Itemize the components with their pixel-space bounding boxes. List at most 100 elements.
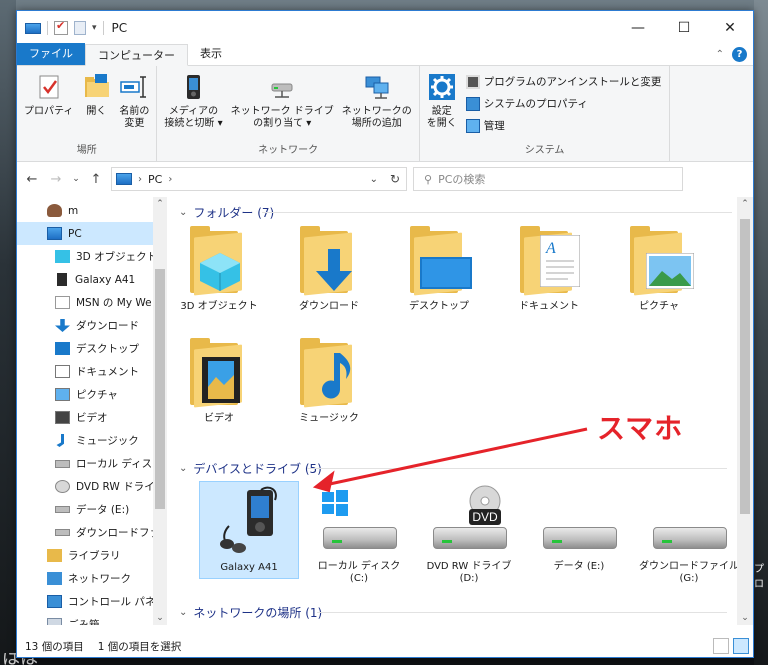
large-icons-view-icon[interactable] xyxy=(733,638,749,654)
open-button[interactable]: 開く xyxy=(78,70,114,142)
search-input[interactable]: ⚲ PCの検索 xyxy=(413,167,683,191)
back-arrow-icon[interactable]: ← xyxy=(23,172,41,187)
properties-quick-access-icon[interactable] xyxy=(54,19,68,35)
close-button[interactable]: ✕ xyxy=(707,11,753,44)
nav-item[interactable]: ライブラリ xyxy=(17,544,167,567)
svg-text:DVD: DVD xyxy=(472,510,498,524)
map-network-drive-button[interactable]: ネットワーク ドライブ の割り当て ▾ xyxy=(228,70,337,142)
selection-count: 1 個の項目を選択 xyxy=(97,640,182,653)
main-scrollbar[interactable]: ⌃ ⌄ xyxy=(737,197,753,625)
nav-item[interactable]: デスクトップ xyxy=(17,337,167,360)
details-view-icon[interactable] xyxy=(713,638,729,654)
device-galaxy-a41[interactable]: Galaxy A41 xyxy=(199,481,299,579)
nav-item[interactable]: ネットワーク xyxy=(17,567,167,590)
ribbon: プロパティ 開く 名前の 変更 場所 メディアの 接続と切断 ▾ ネットワーク … xyxy=(17,66,753,162)
folder-tile[interactable]: ピクチャ xyxy=(609,221,709,313)
minimize-button[interactable]: — xyxy=(615,11,661,44)
drive-icon xyxy=(649,485,729,555)
scroll-down-icon[interactable]: ⌄ xyxy=(153,613,167,623)
help-icon[interactable]: ? xyxy=(732,47,747,62)
pc-icon xyxy=(116,173,132,185)
svg-text:A: A xyxy=(545,240,556,257)
collapse-ribbon-icon[interactable]: ⌃ xyxy=(716,49,724,60)
media-connect-button[interactable]: メディアの 接続と切断 ▾ xyxy=(161,70,225,142)
folder-tile[interactable]: デスクトップ xyxy=(389,221,489,313)
pc-icon xyxy=(25,22,41,34)
ribbon-tabs: ファイル コンピューター 表示 ⌃ ? xyxy=(17,43,753,66)
nav-item[interactable]: ごみ箱 xyxy=(17,613,167,625)
scroll-up-icon[interactable]: ⌃ xyxy=(737,199,753,209)
nav-item[interactable]: MSN の My We xyxy=(17,291,167,314)
nav-item[interactable]: Galaxy A41 xyxy=(17,268,167,291)
breadcrumb-chevron-icon[interactable]: › xyxy=(168,174,172,185)
folder-tile[interactable]: 3D オブジェクト xyxy=(169,221,269,313)
folder-icon xyxy=(404,225,474,296)
address-bar-row: ← → ⌄ ↑ › PC › ⌄ ↻ ⚲ PCの検索 xyxy=(17,162,753,196)
nav-item[interactable]: ローカル ディスク ( xyxy=(17,452,167,475)
nav-item[interactable]: ミュージック xyxy=(17,429,167,452)
nav-item[interactable]: コントロール パネル xyxy=(17,590,167,613)
nav-item[interactable]: ピクチャ xyxy=(17,383,167,406)
manage-button[interactable]: 管理 xyxy=(465,116,662,135)
nav-item[interactable]: データ (E:) xyxy=(17,498,167,521)
folder-tile[interactable]: A ドキュメント xyxy=(499,221,599,313)
nav-item[interactable]: ドキュメント xyxy=(17,360,167,383)
uninstall-programs-button[interactable]: プログラムのアンインストールと変更 xyxy=(465,72,661,91)
section-header-devices[interactable]: ⌄ デバイスとドライブ (5) xyxy=(179,459,322,477)
nav-item[interactable]: ビデオ xyxy=(17,406,167,429)
tab-file[interactable]: ファイル xyxy=(17,43,85,65)
section-header-folders[interactable]: ⌄ フォルダー (7) xyxy=(179,203,274,221)
pictures-icon xyxy=(55,388,70,401)
customize-quick-access-icon[interactable]: ▾ xyxy=(92,23,97,33)
rename-button[interactable]: 名前の 変更 xyxy=(116,70,152,142)
nav-item-label: 3D オブジェクト xyxy=(76,251,158,263)
folder-tile[interactable]: ビデオ xyxy=(169,333,269,425)
properties-button[interactable]: プロパティ xyxy=(21,70,76,142)
tab-computer[interactable]: コンピューター xyxy=(85,44,188,66)
navigation-list: m PC 3D オブジェクト Galaxy A41 MSN の My We ダウンロードデ… xyxy=(17,197,167,625)
nav-scroll-thumb[interactable] xyxy=(155,269,165,509)
device-download-files-g[interactable]: ダウンロードファイル (G:) xyxy=(639,481,739,585)
address-field[interactable]: › PC › ⌄ ↻ xyxy=(111,167,407,191)
scroll-down-icon[interactable]: ⌄ xyxy=(737,613,753,623)
network-icon xyxy=(47,572,62,585)
recent-locations-icon[interactable]: ⌄ xyxy=(71,174,81,184)
breadcrumb-pc[interactable]: PC xyxy=(148,173,162,186)
nav-scrollbar[interactable]: ⌃ ⌄ xyxy=(153,197,167,625)
ribbon-group-label-system: システム xyxy=(524,145,565,156)
refresh-icon[interactable]: ↻ xyxy=(390,172,400,186)
system-properties-button[interactable]: システムのプロパティ xyxy=(465,94,662,113)
nav-item-label: MSN の My We xyxy=(76,297,152,309)
folder-label: 3D オブジェクト xyxy=(180,301,258,312)
maximize-button[interactable]: ☐ xyxy=(661,11,707,44)
open-settings-button[interactable]: 設定 を開く xyxy=(424,70,460,142)
folder-tile[interactable]: ミュージック xyxy=(279,333,379,425)
folder-tile[interactable]: ダウンロード xyxy=(279,221,379,313)
new-folder-quick-access-icon[interactable] xyxy=(74,20,86,35)
nav-item[interactable]: ダウンロード xyxy=(17,314,167,337)
nav-item[interactable]: DVD RW ドライブ xyxy=(17,475,167,498)
library-icon xyxy=(47,549,62,562)
address-dropdown-icon[interactable]: ⌄ xyxy=(370,174,378,185)
nav-item[interactable]: ダウンロードファイ xyxy=(17,521,167,544)
nav-item[interactable]: PC xyxy=(17,222,167,245)
scroll-up-icon[interactable]: ⌃ xyxy=(153,199,167,209)
tab-view[interactable]: 表示 xyxy=(188,43,234,65)
add-network-location-button[interactable]: ネットワークの 場所の追加 xyxy=(339,70,415,142)
section-header-network[interactable]: ⌄ ネットワークの場所 (1) xyxy=(179,603,322,621)
phone-icon xyxy=(57,273,67,286)
ribbon-group-location: プロパティ 開く 名前の 変更 場所 xyxy=(17,66,158,161)
properties-icon xyxy=(39,75,59,99)
music-icon xyxy=(56,434,64,447)
breadcrumb-separator-icon: › xyxy=(138,173,142,185)
search-placeholder: PCの検索 xyxy=(438,173,486,186)
nav-item[interactable]: m xyxy=(17,199,167,222)
forward-arrow-icon[interactable]: → xyxy=(47,172,65,187)
folder-label: ピクチャ xyxy=(639,301,679,312)
up-arrow-icon[interactable]: ↑ xyxy=(87,172,105,187)
main-scroll-thumb[interactable] xyxy=(740,219,750,514)
programs-icon xyxy=(465,74,480,89)
nav-item[interactable]: 3D オブジェクト xyxy=(17,245,167,268)
nav-item-label: ネットワーク xyxy=(68,573,131,585)
window-title: PC xyxy=(111,20,128,35)
